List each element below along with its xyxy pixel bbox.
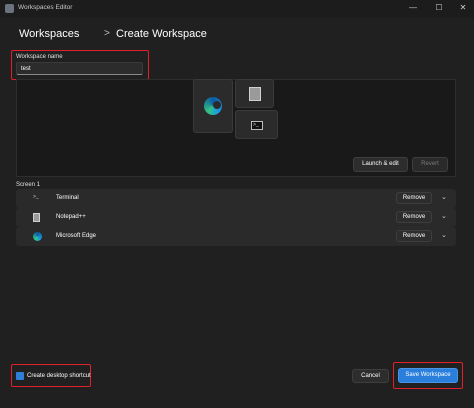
edge-icon — [33, 232, 42, 241]
remove-button[interactable]: Remove — [396, 211, 432, 223]
notepad-icon — [249, 87, 261, 101]
app-row-notepad: Notepad++ Remove ⌄ — [16, 208, 456, 227]
preview-tile-notepad — [235, 79, 274, 108]
app-row-edge: Microsoft Edge Remove ⌄ — [16, 227, 456, 246]
close-button[interactable]: ✕ — [456, 2, 470, 14]
preview-tile-edge — [193, 79, 233, 133]
terminal-icon: >_ — [33, 194, 39, 200]
maximize-button[interactable]: ☐ — [432, 2, 446, 14]
minimize-button[interactable]: — — [406, 2, 420, 14]
terminal-icon: >_ — [251, 121, 263, 130]
app-row-terminal: >_ Terminal Remove ⌄ — [16, 189, 456, 208]
create-shortcut-label[interactable]: Create desktop shortcut — [27, 373, 91, 379]
window-title: Workspaces Editor — [18, 4, 73, 11]
cancel-button[interactable]: Cancel — [352, 369, 389, 383]
workspace-name-input[interactable]: test — [16, 62, 143, 75]
chevron-down-icon[interactable]: ⌄ — [441, 231, 447, 239]
remove-button[interactable]: Remove — [396, 192, 432, 204]
launch-edit-button[interactable]: Launch & edit — [353, 157, 408, 172]
app-name: Terminal — [56, 195, 79, 201]
remove-button[interactable]: Remove — [396, 230, 432, 242]
app-icon — [5, 4, 14, 13]
chevron-down-icon[interactable]: ⌄ — [441, 193, 447, 201]
app-name: Notepad++ — [56, 214, 86, 220]
screen-label: Screen 1 — [16, 182, 41, 188]
app-name: Microsoft Edge — [56, 233, 97, 239]
edge-icon — [204, 97, 222, 115]
preview-tile-terminal: >_ — [235, 110, 278, 139]
revert-button[interactable]: Revert — [412, 157, 448, 172]
chevron-down-icon[interactable]: ⌄ — [441, 212, 447, 220]
create-shortcut-checkbox[interactable] — [16, 372, 24, 380]
notepad-icon — [33, 213, 40, 222]
page-title: Create Workspace — [116, 28, 207, 40]
breadcrumb-separator-icon: > — [104, 28, 110, 39]
save-workspace-button[interactable]: Save Workspace — [398, 368, 458, 383]
workspace-name-label: Workspace name — [16, 54, 63, 60]
breadcrumb-workspaces[interactable]: Workspaces — [19, 28, 79, 40]
